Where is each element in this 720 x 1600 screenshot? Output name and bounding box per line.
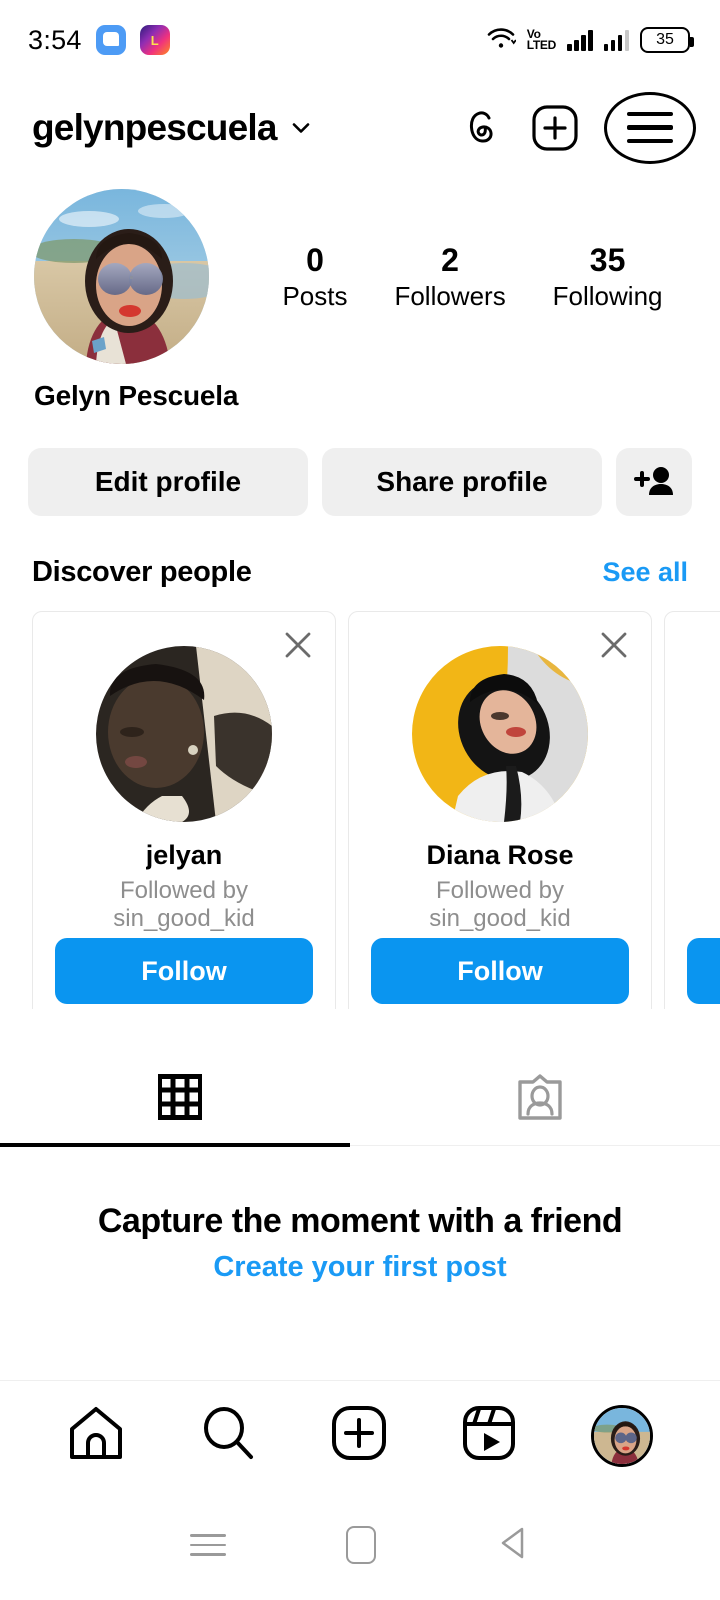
tab-grid[interactable]	[0, 1053, 360, 1145]
profile-tabs	[0, 1053, 720, 1147]
status-time: 3:54	[28, 24, 82, 55]
empty-state-title: Capture the moment with a friend	[97, 1202, 623, 1240]
signal-bars-sim2	[603, 29, 629, 51]
nav-create[interactable]	[331, 1405, 387, 1466]
plus-square-icon[interactable]	[530, 103, 580, 153]
battery-indicator: 35	[640, 27, 694, 53]
discover-people-header: Discover people See all	[0, 516, 720, 589]
follow-button[interactable]	[687, 938, 720, 1004]
bottom-navigation	[0, 1380, 720, 1490]
nav-search[interactable]	[200, 1405, 256, 1466]
edit-profile-button[interactable]: Edit profile	[28, 448, 308, 516]
threads-icon[interactable]	[458, 103, 506, 153]
stat-following[interactable]: 35 Following	[553, 240, 663, 314]
lazada-icon	[139, 25, 170, 55]
follow-button[interactable]: Follow	[371, 938, 629, 1004]
avatar[interactable]	[412, 646, 588, 822]
close-icon[interactable]	[281, 628, 315, 662]
create-first-post-link[interactable]: Create your first post	[0, 1251, 720, 1284]
list-item-subtitle: Followed by sin_good_kid	[429, 877, 570, 934]
status-bar-left: 3:54	[28, 25, 170, 56]
stat-followers-value: 2	[441, 241, 459, 278]
hamburger-menu-icon[interactable]	[604, 91, 696, 164]
status-bar: 3:54 Vo LTED	[0, 0, 720, 80]
back-triangle-icon	[496, 1524, 530, 1567]
username-switcher[interactable]: gelynpescuela	[32, 107, 311, 149]
list-item[interactable]	[664, 611, 720, 1009]
list-item-name: Diana Rose	[426, 840, 574, 870]
discover-people-carousel[interactable]: jelyan Followed by sin_good_kid Follow D…	[0, 589, 720, 1009]
stat-following-value: 35	[589, 241, 626, 278]
profile-display-name: Gelyn Pescuela	[34, 380, 239, 411]
close-icon[interactable]	[597, 628, 631, 662]
stat-posts[interactable]: 0 Posts	[282, 240, 347, 314]
profile-avatar	[590, 1404, 653, 1467]
signal-bars-sim1	[567, 29, 593, 51]
followed-by-label: Followed by	[435, 877, 565, 904]
tagged-photos-icon	[516, 1072, 564, 1127]
profile-header: gelynpescuela	[0, 80, 720, 175]
followed-by-username: sin_good_kid	[429, 905, 571, 933]
nav-home[interactable]	[67, 1405, 125, 1466]
profile-stats: 0 Posts 2 Followers 35 Following	[209, 240, 686, 314]
followed-by-username: sin_good_kid	[113, 905, 255, 933]
profile-summary: 0 Posts 2 Followers 35 Following	[0, 175, 720, 364]
home-icon	[67, 1405, 125, 1466]
android-navigation-bar	[0, 1490, 720, 1600]
instagram-profile-screen: 3:54 Vo LTED	[0, 0, 720, 1600]
nav-profile[interactable]	[590, 1404, 653, 1467]
header-username: gelynpescuela	[32, 106, 277, 148]
list-item[interactable]: jelyan Followed by sin_good_kid Follow	[32, 611, 336, 1009]
empty-state: Capture the moment with a friend Create …	[0, 1146, 720, 1284]
stat-followers-label: Followers	[394, 280, 506, 311]
add-person-icon	[633, 464, 675, 501]
nav-reels[interactable]	[462, 1405, 516, 1466]
wifi-icon	[486, 26, 517, 55]
follow-button[interactable]: Follow	[55, 938, 313, 1004]
android-home-button[interactable]	[346, 1526, 376, 1564]
share-profile-button[interactable]: Share profile	[322, 448, 602, 516]
tab-tagged[interactable]	[360, 1053, 720, 1145]
header-actions	[458, 91, 696, 164]
reels-icon	[462, 1405, 516, 1466]
see-all-link[interactable]: See all	[602, 557, 688, 588]
add-person-button[interactable]	[616, 448, 692, 516]
stat-followers[interactable]: 2 Followers	[394, 240, 505, 314]
status-bar-right: Vo LTED 35	[486, 26, 694, 55]
plus-square-icon	[331, 1405, 387, 1466]
stat-posts-value: 0	[306, 241, 324, 278]
home-square-icon	[346, 1526, 376, 1564]
volte-indicator: Vo LTED	[526, 26, 557, 52]
search-icon	[200, 1405, 256, 1466]
android-back-button[interactable]	[496, 1524, 530, 1567]
active-tab-indicator	[0, 1143, 350, 1147]
stat-following-label: Following	[552, 280, 663, 311]
list-item-subtitle: Followed by sin_good_kid	[113, 877, 254, 934]
list-item[interactable]: Diana Rose Followed by sin_good_kid Foll…	[348, 611, 652, 1009]
list-item-name: jelyan	[145, 840, 223, 870]
avatar[interactable]	[96, 646, 272, 822]
profile-avatar[interactable]	[34, 189, 209, 364]
chevron-down-icon	[291, 118, 311, 138]
android-recents-button[interactable]	[190, 1534, 226, 1556]
profile-action-buttons: Edit profile Share profile	[0, 412, 720, 516]
recents-icon	[190, 1534, 226, 1556]
messenger-icon	[95, 25, 126, 55]
discover-people-title: Discover people	[32, 556, 252, 588]
grid-icon	[157, 1072, 203, 1127]
followed-by-label: Followed by	[119, 877, 249, 904]
stat-posts-label: Posts	[282, 280, 348, 311]
